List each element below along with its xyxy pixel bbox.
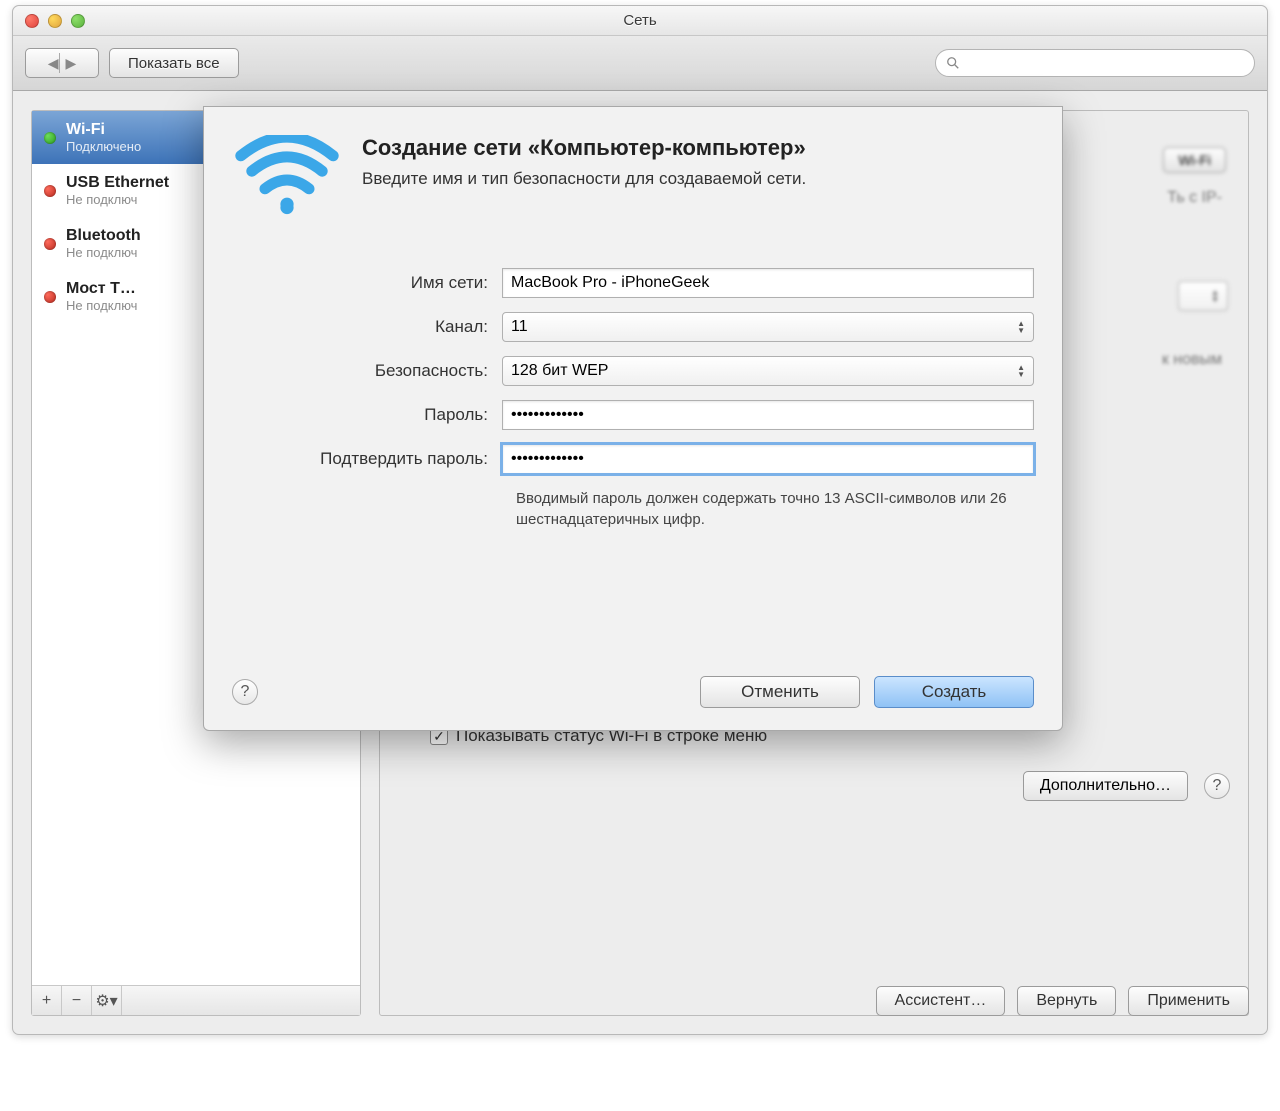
sheet-header: Создание сети «Компьютер-компьютер» Введ… xyxy=(232,135,1034,230)
sidebar-item-name: USB Ethernet xyxy=(66,174,169,192)
create-network-sheet: Создание сети «Компьютер-компьютер» Введ… xyxy=(203,106,1063,731)
blurred-text: Ть с IP- xyxy=(1167,189,1222,207)
sidebar-item-status: Не подключ xyxy=(66,245,141,260)
search-icon xyxy=(946,56,960,70)
network-name-label: Имя сети: xyxy=(232,273,502,293)
advanced-button[interactable]: Дополнительно… xyxy=(1023,771,1188,801)
blurred-text: ▲▼ xyxy=(1178,281,1228,311)
select-arrows-icon: ▲▼ xyxy=(1017,364,1025,378)
sheet-footer: ? Отменить Создать xyxy=(232,676,1034,708)
forward-icon: ▶ xyxy=(66,55,77,72)
status-dot-icon xyxy=(44,132,56,144)
apply-button[interactable]: Применить xyxy=(1128,986,1249,1016)
sidebar-item-status: Не подключ xyxy=(66,298,137,313)
titlebar: Сеть xyxy=(13,6,1267,36)
remove-service-button[interactable]: − xyxy=(62,986,92,1015)
sidebar-item-status: Не подключ xyxy=(66,192,169,207)
sheet-subtitle: Введите имя и тип безопасности для созда… xyxy=(362,169,806,189)
nav-back-forward[interactable]: ◀ ▶ xyxy=(25,48,99,78)
channel-value: 11 xyxy=(511,318,528,336)
sidebar-item-name: Мост T… xyxy=(66,280,137,298)
status-dot-icon xyxy=(44,238,56,250)
blurred-select: ▲▼ xyxy=(1178,281,1228,311)
show-all-button[interactable]: Показать все xyxy=(109,48,239,78)
sheet-form: Имя сети: Канал: 11 ▲▼ Безопасность: 128… xyxy=(232,268,1034,530)
window-title: Сеть xyxy=(13,12,1267,29)
network-prefs-window: Сеть ◀ ▶ Показать все Wi-Fi Подключено xyxy=(12,5,1268,1035)
sidebar-item-name: Wi-Fi xyxy=(66,121,141,139)
security-label: Безопасность: xyxy=(232,361,502,381)
password-hint: Вводимый пароль должен содержать точно 1… xyxy=(516,488,1034,530)
toggle-wifi-button[interactable]: Wi-Fi xyxy=(1163,147,1226,173)
password-input[interactable] xyxy=(502,400,1034,430)
sheet-help-button[interactable]: ? xyxy=(232,679,258,705)
back-icon: ◀ xyxy=(48,55,59,72)
status-dot-icon xyxy=(44,185,56,197)
select-arrows-icon: ▲▼ xyxy=(1017,320,1025,334)
channel-label: Канал: xyxy=(232,317,502,337)
service-actions-button[interactable]: ⚙▾ xyxy=(92,986,122,1015)
cancel-button[interactable]: Отменить xyxy=(700,676,860,708)
network-name-input[interactable] xyxy=(502,268,1034,298)
help-button[interactable]: ? xyxy=(1204,773,1230,799)
security-select[interactable]: 128 бит WEP ▲▼ xyxy=(502,356,1034,386)
sidebar-footer: + − ⚙▾ xyxy=(32,985,360,1015)
confirm-password-input[interactable] xyxy=(502,444,1034,474)
status-dot-icon xyxy=(44,291,56,303)
blurred-text: к новым xyxy=(1162,351,1222,369)
sidebar-item-name: Bluetooth xyxy=(66,227,141,245)
search-field[interactable] xyxy=(935,49,1255,77)
toolbar: ◀ ▶ Показать все xyxy=(13,36,1267,91)
sheet-title: Создание сети «Компьютер-компьютер» xyxy=(362,135,806,161)
bottom-action-bar: Ассистент… Вернуть Применить xyxy=(876,986,1249,1016)
assistant-button[interactable]: Ассистент… xyxy=(876,986,1006,1016)
wifi-icon xyxy=(232,135,342,230)
password-label: Пароль: xyxy=(232,405,502,425)
create-button[interactable]: Создать xyxy=(874,676,1034,708)
sidebar-item-status: Подключено xyxy=(66,139,141,154)
channel-select[interactable]: 11 ▲▼ xyxy=(502,312,1034,342)
blurred-text: Wi-Fi xyxy=(1163,147,1226,173)
nav-separator xyxy=(59,53,60,73)
security-value: 128 бит WEP xyxy=(511,362,608,380)
confirm-password-label: Подтвердить пароль: xyxy=(232,449,502,469)
revert-button[interactable]: Вернуть xyxy=(1017,986,1116,1016)
add-service-button[interactable]: + xyxy=(32,986,62,1015)
